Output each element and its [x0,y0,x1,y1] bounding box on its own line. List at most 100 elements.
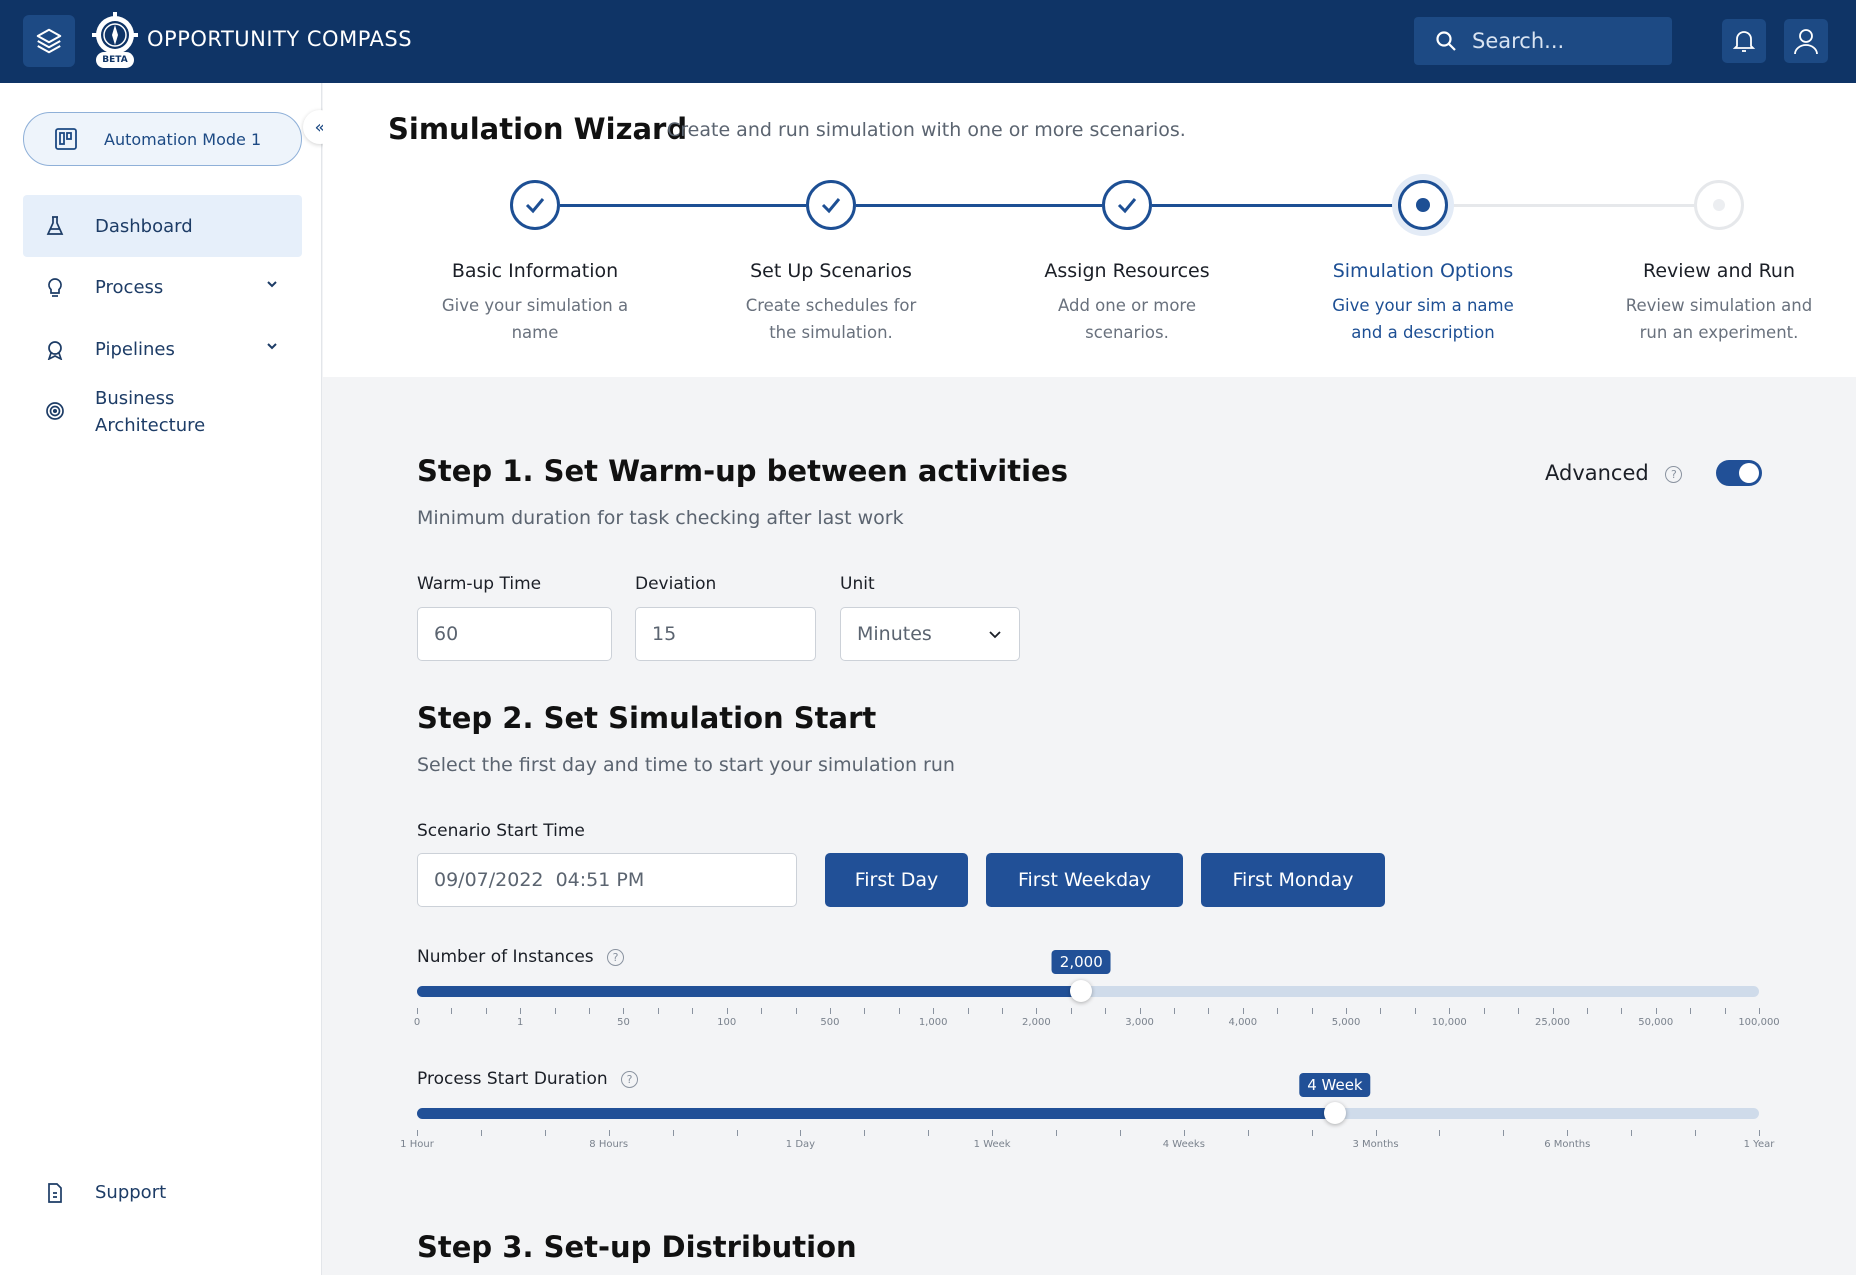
number-of-instances-label: Number of Instances ? [417,947,625,967]
user-profile-button[interactable] [1784,19,1828,63]
sidebar-item-label: Pipelines [95,339,175,360]
compass-logo: BETA [92,12,138,70]
scale-tick [544,1130,546,1136]
page-subtitle: Create and run simulation with one or mo… [667,119,1186,141]
beta-badge: BETA [96,52,134,68]
step3-heading: Step 3. Set-up Distribution [417,1230,857,1264]
instances-value-tooltip: 2,000 [1051,950,1111,974]
scale-tick [520,1008,522,1014]
scale-tick [1346,1008,1348,1014]
step-2-description: Create schedules for the simulation. [745,296,917,342]
scale-tick [1311,1130,1313,1136]
advanced-label: Advanced ? [1545,461,1683,485]
scale-tick [417,1008,418,1014]
board-icon [55,128,77,150]
automation-mode-selector[interactable]: Automation Mode 1 [23,112,302,166]
scale-tick [1449,1008,1451,1014]
advanced-toggle[interactable] [1716,460,1762,486]
scale-tick [933,1008,935,1014]
sidebar-item-support[interactable]: Support [23,1179,302,1206]
scale-tick [417,1130,418,1136]
scale-tick-label: 8 Hours [589,1139,629,1150]
layers-menu-button[interactable] [23,15,75,67]
process-start-duration-label: Process Start Duration ? [417,1069,639,1089]
scale-tick-label: 2,000 [1022,1017,1051,1028]
sidebar-item-business-architecture[interactable]: Business Architecture [23,385,302,439]
scale-tick-label: 6 Months [1544,1139,1591,1150]
scale-tick [864,1008,866,1014]
stepper-connector [856,204,1102,207]
scale-tick [1380,1008,1382,1014]
duration-slider[interactable] [417,1102,1759,1124]
app-title: OPPORTUNITY COMPASS [147,27,413,51]
scale-tick-label: 100,000 [1738,1017,1780,1028]
step-5-indicator[interactable] [1694,180,1744,230]
top-bar: BETA OPPORTUNITY COMPASS Search... [0,0,1856,83]
checkmark-icon [821,198,841,214]
step-1-indicator[interactable] [510,180,560,230]
help-icon[interactable]: ? [1665,465,1683,483]
unit-selected-value: Minutes [857,623,932,645]
scale-tick [1139,1008,1141,1014]
scale-tick [554,1008,556,1014]
duration-value-tooltip: 4 Week [1299,1073,1371,1097]
scale-tick [864,1130,866,1136]
scenario-start-time-label: Scenario Start Time [417,821,585,841]
step-4-label: Simulation Options [1332,260,1514,282]
sidebar-item-dashboard[interactable]: Dashboard [23,195,302,257]
instances-slider[interactable] [417,980,1759,1002]
notifications-button[interactable] [1722,19,1766,63]
toggle-knob [1739,463,1759,483]
sidebar-item-pipelines[interactable]: Pipelines [23,336,302,363]
scale-tick [726,1008,728,1014]
unit-select[interactable]: Minutes [840,607,1020,661]
step-3-indicator[interactable] [1102,180,1152,230]
page-title: Simulation Wizard [388,112,688,146]
scale-tick [485,1008,487,1014]
unit-label: Unit [840,574,875,594]
step-5-label: Review and Run [1642,260,1796,282]
scale-tick [800,1130,802,1136]
stepper-connector [1448,204,1694,207]
sidebar-item-label: Support [95,1182,167,1203]
scale-tick [1183,1130,1185,1136]
scale-tick-label: 4,000 [1228,1017,1258,1028]
step-4-indicator[interactable] [1398,180,1448,230]
search-input[interactable]: Search... [1414,17,1672,65]
scale-tick [1414,1008,1416,1014]
scenario-start-time-input[interactable]: 09/07/2022 04:51 PM [417,853,797,907]
help-icon[interactable]: ? [621,1070,639,1088]
sidebar-item-label: Business Architecture [95,388,206,436]
scale-tick [967,1008,969,1014]
scale-tick [761,1008,763,1014]
step-1-description: Give your simulation a name [441,296,629,342]
stepper-connector [560,204,806,207]
step2-heading: Step 2. Set Simulation Start [417,701,877,735]
scale-tick [1036,1008,1038,1014]
first-day-button[interactable]: First Day [825,853,968,907]
scale-tick [1375,1130,1377,1136]
scale-tick-label: 25,000 [1535,1017,1571,1028]
duration-slider-fill [417,1108,1335,1119]
deviation-input[interactable]: 15 [635,607,816,661]
first-monday-button[interactable]: First Monday [1201,853,1385,907]
scale-tick [1277,1008,1279,1014]
help-icon[interactable]: ? [607,948,625,966]
instances-slider-thumb[interactable] [1070,980,1093,1002]
target-icon [45,401,65,421]
duration-slider-thumb[interactable] [1323,1102,1346,1124]
warmup-time-input[interactable]: 60 [417,607,612,661]
first-weekday-button[interactable]: First Weekday [986,853,1183,907]
lightbulb-icon [45,278,65,298]
checkmark-icon [1117,198,1137,214]
scale-tick [657,1008,659,1014]
scale-tick-label: 3,000 [1125,1017,1154,1028]
sidebar-item-process[interactable]: Process [23,274,302,301]
scale-tick [1695,1130,1697,1136]
stepper-connector [1152,204,1398,207]
scale-tick [480,1130,482,1136]
warmup-time-label: Warm-up Time [417,574,542,594]
scale-tick-label: 10,000 [1431,1017,1467,1028]
step-2-indicator[interactable] [806,180,856,230]
scale-tick [1483,1008,1485,1014]
